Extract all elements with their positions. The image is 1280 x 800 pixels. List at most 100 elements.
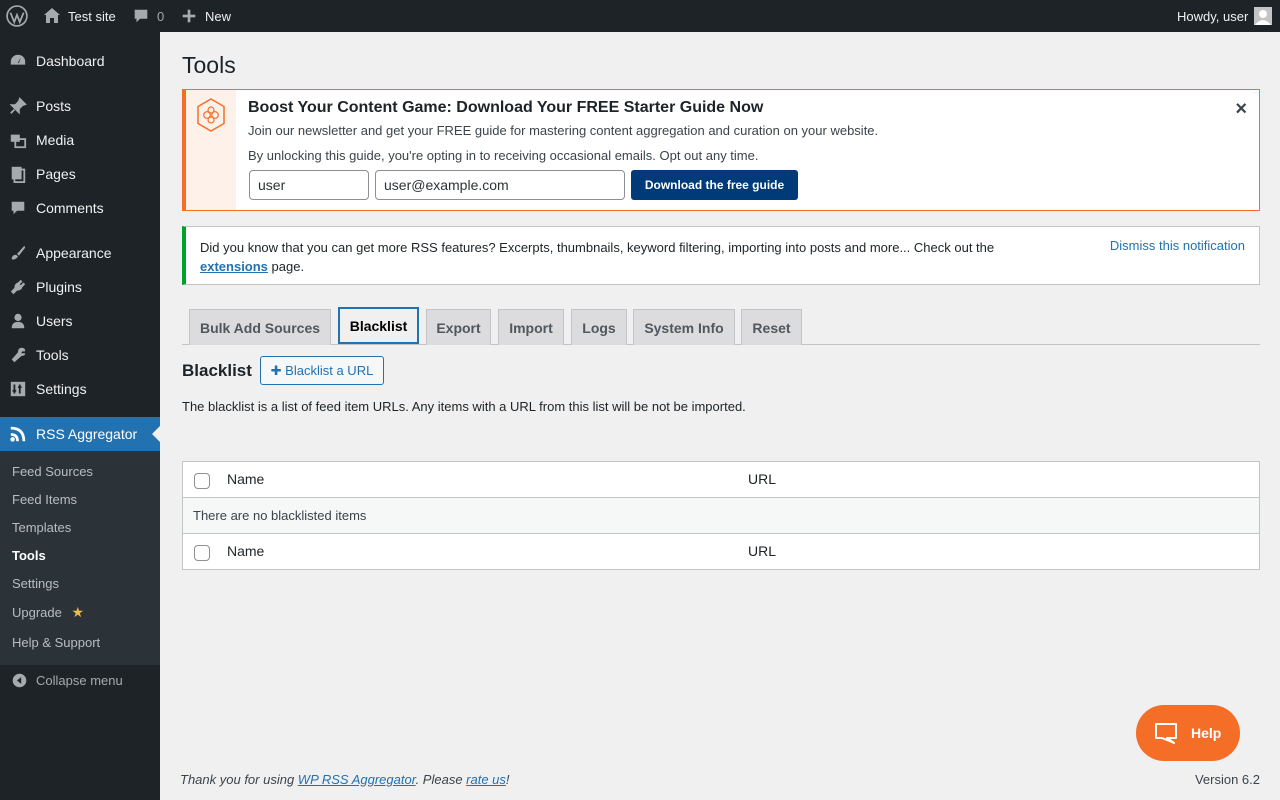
submenu-item-templates[interactable]: Templates (12, 520, 71, 535)
tab-bulk-add-sources[interactable]: Bulk Add Sources (189, 309, 331, 345)
blacklist-url-button[interactable]: ✚ Blacklist a URL (260, 356, 384, 385)
select-all-checkbox[interactable] (194, 473, 210, 489)
hexagon-logo-icon (197, 98, 225, 132)
collapse-label: Collapse menu (36, 672, 123, 688)
tab-system-info[interactable]: System Info (633, 309, 735, 345)
new-label: New (205, 8, 232, 24)
sidebar-item-plugins[interactable]: Plugins (0, 270, 160, 304)
new-content-link[interactable]: New (180, 0, 231, 32)
tab-logs[interactable]: Logs (571, 309, 627, 345)
promo-sidebar (186, 90, 236, 210)
sidebar-item-label: Comments (36, 200, 104, 216)
sidebar-item-rss-aggregator[interactable]: RSS Aggregator (0, 417, 160, 451)
wp-rss-aggregator-link[interactable]: WP RSS Aggregator (298, 772, 416, 787)
comments-link[interactable]: 0 (132, 0, 164, 32)
my-account-link[interactable]: Howdy, user (1177, 0, 1273, 32)
blacklist-table: Name URL There are no blacklisted items … (182, 461, 1260, 570)
footer-text-1: Thank you for using (180, 772, 298, 787)
table-header-row: Name URL (183, 462, 1259, 498)
sidebar-item-dashboard[interactable]: Dashboard (0, 44, 160, 78)
tools-tabs: Bulk Add Sources Blacklist Export Import… (182, 307, 1260, 345)
dashboard-icon (8, 51, 28, 71)
sidebar-item-label: Posts (36, 98, 72, 114)
admin-bar: Test site 0 New Howdy, user (0, 0, 1280, 32)
column-header-name[interactable]: Name (227, 471, 264, 487)
submenu-item-feed-sources[interactable]: Feed Sources (12, 464, 93, 479)
sidebar-item-comments[interactable]: Comments (0, 191, 160, 225)
submenu-item-tools[interactable]: Tools (12, 548, 46, 563)
submenu-item-upgrade[interactable]: Upgrade ★ (12, 604, 84, 621)
sidebar-item-appearance[interactable]: Appearance (0, 236, 160, 270)
submenu-item-help-support[interactable]: Help & Support (12, 635, 100, 650)
tab-blacklist[interactable]: Blacklist (338, 307, 419, 344)
promo-name-input[interactable] (249, 170, 369, 200)
plus-icon (182, 9, 196, 23)
promo-line-1: Join our newsletter and get your FREE gu… (248, 123, 879, 138)
settings-icon (8, 379, 28, 399)
promo-heading: Boost Your Content Game: Download Your F… (248, 99, 764, 116)
comment-icon (8, 198, 28, 218)
site-name: Test site (68, 8, 116, 24)
empty-table-text: There are no blacklisted items (193, 508, 367, 523)
submenu-item-feed-items[interactable]: Feed Items (12, 492, 77, 507)
sidebar-item-users[interactable]: Users (0, 304, 160, 338)
submenu-item-settings[interactable]: Settings (12, 576, 59, 591)
sidebar-item-label: Media (36, 132, 75, 148)
user-icon (8, 311, 28, 331)
howdy-text: Howdy, user (1177, 8, 1249, 24)
sidebar-item-label: Tools (36, 347, 69, 363)
wordpress-logo-icon[interactable] (6, 0, 30, 32)
table-row: There are no blacklisted items (183, 498, 1259, 534)
comments-count: 0 (157, 8, 165, 24)
sidebar-item-label: Users (36, 313, 73, 329)
notice-text: Did you know that you can get more RSS f… (200, 238, 1040, 276)
sidebar-item-label: Settings (36, 381, 87, 397)
extensions-notice: Did you know that you can get more RSS f… (182, 226, 1260, 285)
sidebar-item-label: RSS Aggregator (36, 426, 138, 442)
rate-us-link[interactable]: rate us (466, 772, 506, 787)
sidebar-item-pages[interactable]: Pages (0, 157, 160, 191)
sidebar-item-label: Appearance (36, 245, 112, 261)
rss-icon (8, 424, 28, 444)
tab-import[interactable]: Import (498, 309, 564, 345)
pin-icon (8, 96, 28, 116)
user-avatar-icon (1255, 10, 1272, 25)
collapse-menu-button[interactable]: Collapse menu (0, 663, 160, 697)
version-text: Version 6.2 (1194, 772, 1260, 787)
comment-bubble-icon (134, 9, 148, 23)
tab-reset[interactable]: Reset (741, 309, 802, 345)
brush-icon (8, 243, 28, 263)
blacklist-title: Blacklist (182, 361, 252, 380)
star-icon: ★ (71, 604, 85, 620)
footer-text-2: . Please (415, 772, 467, 787)
promo-line-2: By unlocking this guide, you're opting i… (248, 148, 759, 163)
sidebar-item-posts[interactable]: Posts (0, 89, 160, 123)
sidebar-item-settings[interactable]: Settings (0, 372, 160, 406)
promo-email-input[interactable] (375, 170, 625, 200)
sidebar-item-label: Pages (36, 166, 76, 182)
page-title: Tools (182, 52, 236, 78)
select-all-checkbox-footer[interactable] (194, 545, 210, 561)
dismiss-notification-link[interactable]: Dismiss this notification (1110, 238, 1245, 253)
sidebar-item-tools[interactable]: Tools (0, 338, 160, 372)
sidebar-item-label: Dashboard (36, 53, 105, 69)
column-footer-name[interactable]: Name (227, 543, 264, 559)
sidebar-item-media[interactable]: Media (0, 123, 160, 157)
site-name-link[interactable]: Test site (42, 0, 116, 32)
notice-text-before: Did you know that you can get more RSS f… (200, 240, 995, 255)
help-button[interactable]: Help (1136, 705, 1240, 761)
plug-icon (8, 277, 28, 297)
pages-icon (8, 164, 28, 184)
tab-export[interactable]: Export (426, 309, 491, 345)
close-icon[interactable]: × (1235, 98, 1247, 121)
download-guide-button[interactable]: Download the free guide (631, 170, 798, 200)
help-label: Help (1191, 725, 1222, 741)
extensions-link[interactable]: extensions (200, 259, 268, 274)
column-header-url[interactable]: URL (748, 471, 776, 487)
admin-sidebar: Dashboard Posts Media Pages Comments App… (0, 32, 160, 800)
current-arrow (152, 426, 160, 442)
column-footer-url[interactable]: URL (748, 543, 776, 559)
notice-text-after: page. (267, 259, 305, 274)
blacklist-description: The blacklist is a list of feed item URL… (182, 399, 746, 414)
promo-banner: Boost Your Content Game: Download Your F… (182, 89, 1260, 211)
